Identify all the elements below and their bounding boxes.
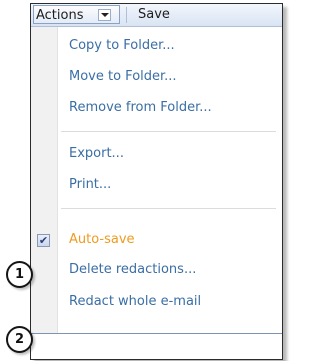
menu-gutter (31, 27, 58, 333)
checkmark-icon: ✔ (38, 234, 49, 247)
menu-divider (61, 208, 276, 209)
callout-marker-1: 1 (6, 261, 33, 288)
menu-item-move-to-folder[interactable]: Move to Folder... (69, 69, 177, 84)
menu-item-copy-to-folder[interactable]: Copy to Folder... (69, 38, 175, 53)
actions-dropdown-menu: Copy to Folder... Move to Folder... Remo… (31, 27, 282, 333)
menu-item-export[interactable]: Export... (69, 146, 124, 161)
menu-item-delete-redactions[interactable]: Delete redactions... (69, 262, 196, 277)
toolbar-divider (126, 7, 127, 23)
menu-item-remove-from-folder[interactable]: Remove from Folder... (69, 100, 212, 115)
panel-bottom-divider (31, 333, 282, 334)
actions-button[interactable]: Actions (33, 5, 120, 24)
actions-menu-panel: Actions Save Copy to Folder... Move to F… (30, 3, 283, 360)
actions-label: Actions (36, 8, 84, 23)
menu-item-auto-save[interactable]: Auto-save (69, 232, 135, 247)
menu-item-print[interactable]: Print... (69, 177, 111, 192)
chevron-down-icon[interactable] (98, 9, 111, 21)
callout-marker-2: 2 (6, 326, 33, 353)
menu-item-redact-whole-email[interactable]: Redact whole e-mail (69, 294, 201, 309)
menu-divider (61, 131, 276, 132)
toolbar: Actions Save (31, 4, 282, 27)
save-button[interactable]: Save (138, 7, 170, 22)
autosave-checkbox[interactable]: ✔ (37, 234, 50, 247)
